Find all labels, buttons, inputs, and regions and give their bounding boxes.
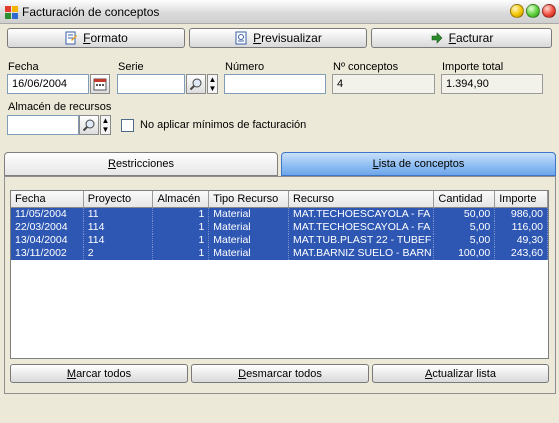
table-cell: 114: [84, 234, 154, 247]
tab-restricciones-label: Restricciones: [107, 158, 175, 170]
table-cell: 49,30: [495, 234, 548, 247]
facturar-button[interactable]: Facturar: [371, 28, 552, 48]
table-cell: MAT.TECHOESCAYOLA - FA: [289, 208, 435, 221]
search-icon: [189, 78, 202, 91]
column-header[interactable]: Importe: [495, 191, 548, 207]
chevron-down-icon[interactable]: ▼: [208, 84, 217, 93]
column-header[interactable]: Cantidad: [434, 191, 496, 207]
format-icon: [65, 31, 78, 45]
serie-field[interactable]: [117, 74, 185, 94]
facturacion-window: Facturación de conceptos Formato Previsu…: [0, 0, 559, 423]
table-cell: Material: [209, 221, 289, 234]
fecha-label: Fecha: [8, 61, 39, 73]
nconceptos-field: 4: [332, 74, 435, 94]
serie-label: Serie: [118, 61, 144, 73]
table-cell: 2: [84, 247, 154, 260]
desmarcar-todos-label: Desmarcar todos: [238, 367, 322, 380]
nconceptos-label: Nº conceptos: [333, 61, 399, 73]
table-cell: 114: [84, 221, 154, 234]
table-row[interactable]: 22/03/2004 114 1 Material MAT.TECHOESCAY…: [11, 221, 548, 234]
window-title: Facturación de conceptos: [22, 5, 160, 19]
numero-label: Número: [225, 61, 265, 73]
marcar-todos-button[interactable]: Marcar todos: [10, 364, 188, 383]
importe-total-field: 1.394,90: [441, 74, 543, 94]
table-cell: MAT.TUB.PLAST 22 - TUBEF: [289, 234, 435, 247]
maximize-button[interactable]: [526, 4, 540, 18]
table-cell: 1: [153, 247, 210, 260]
importe-total-label: Importe total: [442, 61, 504, 73]
table-cell: Material: [209, 247, 289, 260]
almacen-search-button[interactable]: [79, 115, 99, 135]
fecha-field[interactable]: 16/06/2004: [7, 74, 89, 94]
column-header[interactable]: Fecha: [11, 191, 84, 207]
actualizar-lista-label: Actualizar lista: [425, 367, 496, 380]
serie-spinner[interactable]: ▲ ▼: [207, 74, 218, 94]
column-header[interactable]: Tipo Recurso: [209, 191, 289, 207]
table-cell: 5,00: [434, 234, 496, 247]
almacen-label: Almacén de recursos: [8, 101, 112, 113]
table-cell: 1: [153, 234, 210, 247]
tab-restricciones[interactable]: Restricciones: [4, 152, 278, 176]
almacen-field[interactable]: [7, 115, 79, 135]
search-icon: [82, 119, 95, 132]
table-cell: 116,00: [495, 221, 548, 234]
desmarcar-todos-button[interactable]: Desmarcar todos: [191, 364, 369, 383]
no-aplicar-minimos-label: No aplicar mínimos de facturación: [140, 119, 307, 131]
table-row[interactable]: 13/11/2002 2 1 Material MAT.BARNIZ SUELO…: [11, 247, 548, 260]
arrow-right-icon: [431, 32, 443, 44]
status-area: [0, 394, 559, 423]
chevron-up-icon[interactable]: ▲: [208, 75, 217, 84]
minimize-button[interactable]: [510, 4, 524, 18]
table-cell: MAT.BARNIZ SUELO - BARN: [289, 247, 435, 260]
column-header[interactable]: Recurso: [289, 191, 435, 207]
table-cell: 1: [153, 208, 210, 221]
table-cell: 243,60: [495, 247, 548, 260]
table-cell: 11: [84, 208, 154, 221]
marcar-todos-label: Marcar todos: [66, 367, 132, 380]
conceptos-table[interactable]: Fecha Proyecto Almacén Tipo Recurso Recu…: [10, 190, 549, 359]
column-header[interactable]: Proyecto: [84, 191, 154, 207]
chevron-up-icon[interactable]: ▲: [101, 116, 110, 125]
table-cell: 986,00: [495, 208, 548, 221]
previsualizar-button[interactable]: Previsualizar: [189, 28, 367, 48]
facturar-label: Facturar: [448, 31, 494, 45]
table-cell: 11/05/2004: [11, 208, 84, 221]
numero-field[interactable]: [224, 74, 326, 94]
tab-lista-label: Lista de conceptos: [372, 158, 465, 170]
preview-icon: [235, 31, 247, 45]
title-bar: Facturación de conceptos: [0, 0, 559, 24]
serie-search-button[interactable]: [186, 74, 206, 94]
no-aplicar-minimos-checkbox[interactable]: [121, 119, 134, 132]
chevron-down-icon[interactable]: ▼: [101, 125, 110, 134]
tab-lista-de-conceptos[interactable]: Lista de conceptos: [281, 152, 556, 176]
table-header: Fecha Proyecto Almacén Tipo Recurso Recu…: [11, 191, 548, 208]
table-row[interactable]: 11/05/2004 11 1 Material MAT.TECHOESCAYO…: [11, 208, 548, 221]
table-cell: 13/04/2004: [11, 234, 84, 247]
table-cell: Material: [209, 208, 289, 221]
close-button[interactable]: [542, 4, 556, 18]
table-cell: 5,00: [434, 221, 496, 234]
actualizar-lista-button[interactable]: Actualizar lista: [372, 364, 549, 383]
table-cell: 100,00: [434, 247, 496, 260]
table-row[interactable]: 13/04/2004 114 1 Material MAT.TUB.PLAST …: [11, 234, 548, 247]
table-cell: 50,00: [434, 208, 496, 221]
table-cell: MAT.TECHOESCAYOLA - FA: [289, 221, 435, 234]
previsualizar-label: Previsualizar: [253, 31, 322, 45]
formato-button[interactable]: Formato: [7, 28, 185, 48]
column-header[interactable]: Almacén: [153, 191, 210, 207]
app-icon: [5, 6, 18, 19]
table-cell: 1: [153, 221, 210, 234]
table-cell: Material: [209, 234, 289, 247]
calendar-icon: [93, 78, 107, 91]
table-cell: 13/11/2002: [11, 247, 84, 260]
formato-label: Formato: [83, 31, 128, 45]
calendar-button[interactable]: [90, 74, 110, 94]
almacen-spinner[interactable]: ▲ ▼: [100, 115, 111, 135]
table-cell: 22/03/2004: [11, 221, 84, 234]
